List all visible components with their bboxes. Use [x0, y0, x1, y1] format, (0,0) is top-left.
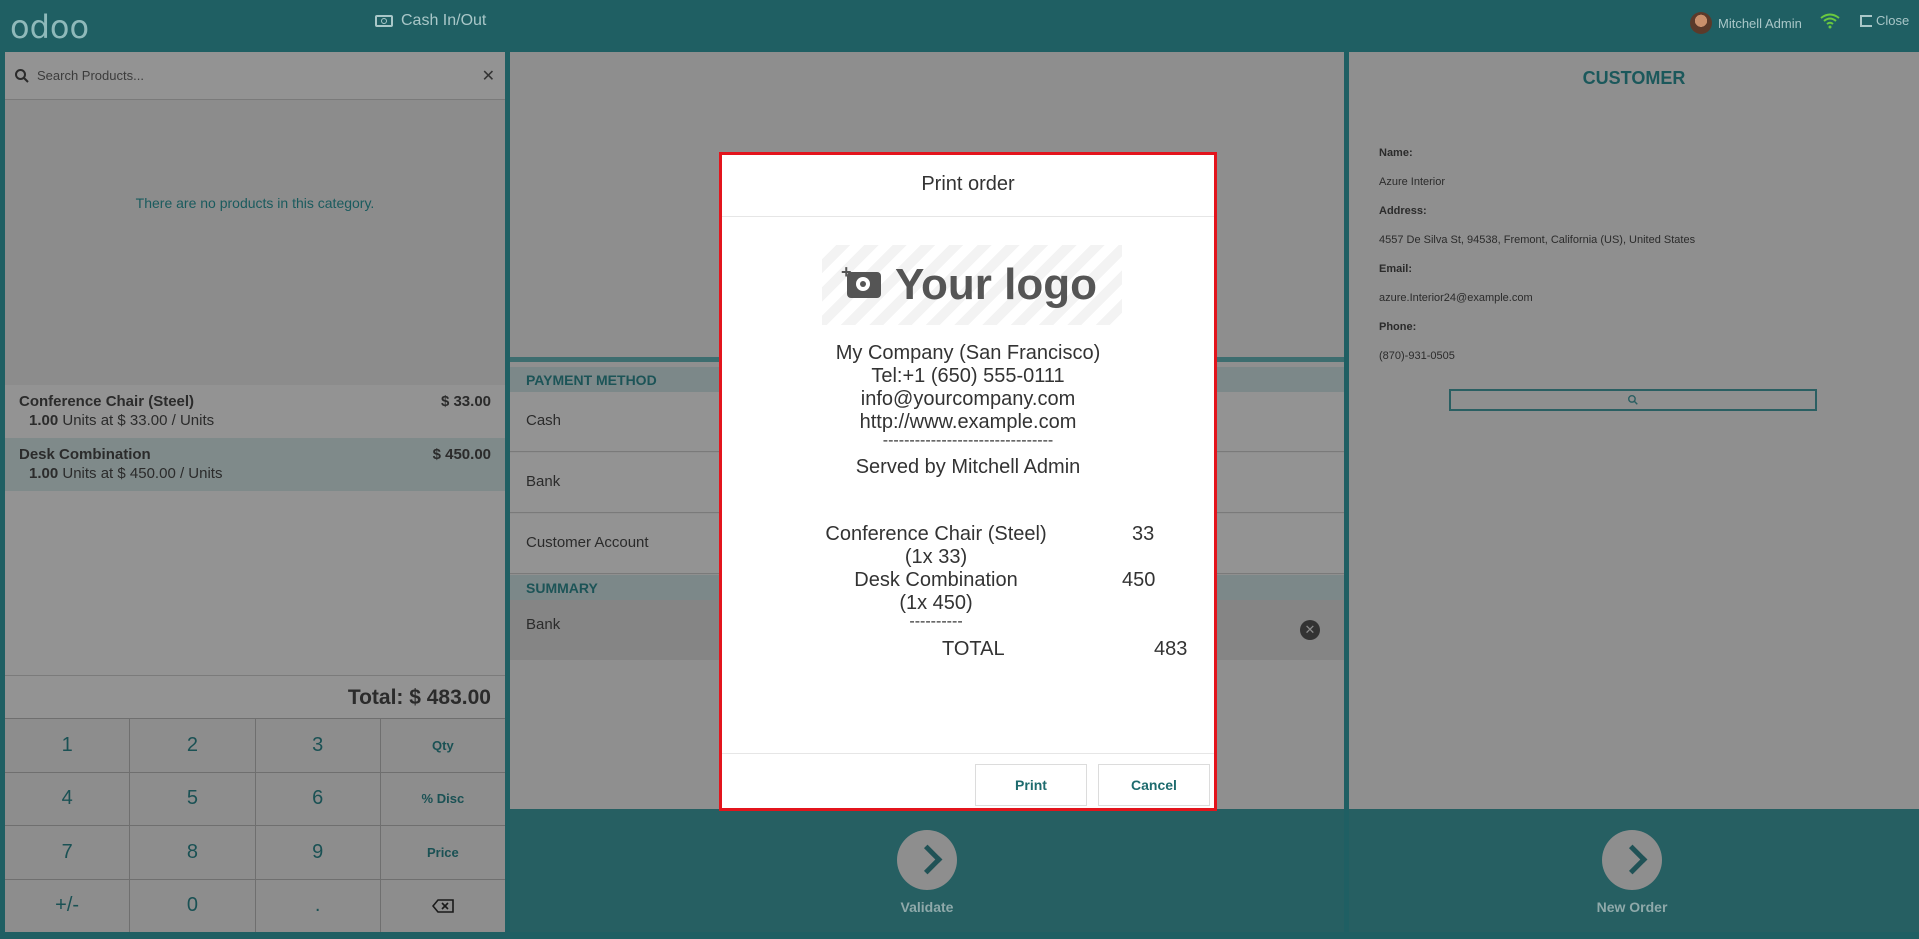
backspace-icon: [431, 898, 454, 913]
camera-plus-icon: +: [841, 262, 881, 298]
odoo-logo: odoo: [10, 8, 90, 46]
sign-out-icon: [1860, 14, 1872, 27]
receipt-item-name: Desk Combination: [854, 569, 1018, 591]
cash-in-out-button[interactable]: Cash In/Out: [375, 12, 486, 30]
receipt: + Your logo My Company (San Francisco) T…: [722, 217, 1214, 753]
order-line[interactable]: Conference Chair (Steel) $ 33.00 1.00 Un…: [5, 385, 505, 438]
order-line-price: $ 450.00: [432, 446, 491, 463]
new-order-label: New Order: [1596, 899, 1668, 915]
customer-address: 4557 De Silva St, 94538, Fremont, Califo…: [1379, 234, 1696, 246]
payment-line-method: Bank: [526, 616, 561, 633]
product-list: There are no products in this category.: [5, 100, 505, 385]
customer-name-label: Name:: [1379, 147, 1413, 159]
receipt-item-name: Conference Chair (Steel): [825, 523, 1047, 545]
receipt-company: My Company (San Francisco): [835, 342, 1101, 364]
dialog-footer: Print Cancel: [722, 753, 1214, 808]
receipt-item-amount: 450: [1122, 569, 1156, 591]
products-panel: Search Products... ✕ There are no produc…: [5, 52, 505, 932]
numpad-key-0[interactable]: 0: [130, 879, 255, 932]
cancel-button[interactable]: Cancel: [1098, 764, 1210, 806]
numpad-key-7[interactable]: 7: [5, 826, 130, 879]
receipt-email: info@yourcompany.com: [860, 388, 1076, 410]
close-button[interactable]: Close: [1860, 13, 1909, 28]
numpad-decimal-button[interactable]: .: [255, 879, 380, 932]
numpad-key-6[interactable]: 6: [255, 772, 380, 825]
close-label: Close: [1876, 13, 1910, 28]
validate-label: Validate: [900, 899, 954, 915]
numpad-sign-button[interactable]: +/-: [5, 879, 130, 932]
top-bar: odoo Cash In/Out Mitchell Admin Close: [0, 0, 1919, 50]
numpad: 1 2 3 Qty 4 5 6 % Disc 7 8 9 Price +/- 0…: [5, 718, 505, 932]
receipt-served-by: Served by Mitchell Admin: [855, 456, 1081, 478]
numpad-disc-button[interactable]: % Disc: [380, 772, 505, 825]
customer-search-button[interactable]: [1449, 389, 1817, 411]
search-icon: [15, 68, 29, 83]
numpad-price-button[interactable]: Price: [380, 826, 505, 879]
numpad-key-9[interactable]: 9: [255, 826, 380, 879]
receipt-website: http://www.example.com: [859, 411, 1077, 433]
new-order-button[interactable]: [1602, 830, 1662, 890]
dialog-title: Print order: [722, 155, 1214, 217]
logo-text: Your logo: [894, 260, 1098, 309]
customer-name: Azure Interior: [1379, 176, 1446, 188]
customer-panel: CUSTOMER Name: Azure Interior Address: 4…: [1349, 52, 1919, 932]
customer-phone: (870)-931-0505: [1379, 350, 1455, 362]
numpad-qty-button[interactable]: Qty: [380, 719, 505, 772]
wifi-icon: [1820, 13, 1840, 29]
receipt-item-amount: 33: [1132, 523, 1155, 545]
order-lines: Conference Chair (Steel) $ 33.00 1.00 Un…: [5, 385, 505, 675]
customer-title: CUSTOMER: [1582, 68, 1686, 88]
search-icon: [1628, 395, 1638, 405]
receipt-total-value: 483: [1154, 638, 1188, 660]
numpad-key-2[interactable]: 2: [130, 719, 255, 772]
user-menu[interactable]: Mitchell Admin: [1690, 12, 1802, 34]
validate-button[interactable]: [897, 830, 957, 890]
order-total: Total: $ 483.00: [5, 675, 505, 718]
order-line-qty: 1.00 Units at $ 33.00 / Units: [29, 412, 215, 429]
order-line-name: Desk Combination: [19, 446, 151, 463]
customer-email-label: Email:: [1379, 263, 1413, 275]
order-line[interactable]: Desk Combination $ 450.00 1.00 Units at …: [5, 438, 505, 491]
order-line-price: $ 33.00: [440, 393, 491, 410]
receipt-total-label: TOTAL: [942, 638, 1005, 660]
avatar: [1690, 12, 1712, 34]
customer-email: azure.Interior24@example.com: [1379, 292, 1533, 304]
receipt-short-separator: ----------: [909, 613, 963, 630]
print-button[interactable]: Print: [975, 764, 1087, 806]
customer-phone-label: Phone:: [1379, 321, 1417, 333]
numpad-key-4[interactable]: 4: [5, 772, 130, 825]
customer-address-label: Address:: [1379, 205, 1427, 217]
order-line-qty: 1.00 Units at $ 450.00 / Units: [29, 465, 223, 482]
cash-in-out-label: Cash In/Out: [401, 12, 487, 29]
print-order-dialog: Print order + Your logo My Company (San …: [719, 152, 1217, 811]
empty-products-message: There are no products in this category.: [135, 195, 375, 211]
clear-search-icon[interactable]: ✕: [482, 66, 495, 86]
receipt-item-detail: (1x 33): [904, 546, 968, 568]
numpad-key-3[interactable]: 3: [255, 719, 380, 772]
remove-payment-icon[interactable]: ✕: [1300, 620, 1320, 640]
cash-icon: [375, 15, 393, 27]
numpad-backspace-button[interactable]: [380, 879, 505, 932]
receipt-separator: --------------------------------: [882, 432, 1054, 449]
order-line-name: Conference Chair (Steel): [19, 393, 195, 410]
numpad-key-8[interactable]: 8: [130, 826, 255, 879]
receipt-item-detail: (1x 450): [899, 592, 973, 614]
new-order-bar: New Order: [1349, 809, 1919, 932]
user-name: Mitchell Admin: [1718, 15, 1802, 31]
receipt-tel: Tel:+1 (650) 555-0111: [871, 365, 1065, 387]
numpad-key-1[interactable]: 1: [5, 719, 130, 772]
receipt-logo: + Your logo: [822, 245, 1122, 325]
numpad-key-5[interactable]: 5: [130, 772, 255, 825]
search-input[interactable]: Search Products...: [37, 68, 482, 83]
search-bar: Search Products... ✕: [5, 52, 505, 100]
validate-bar: Validate: [510, 809, 1344, 932]
